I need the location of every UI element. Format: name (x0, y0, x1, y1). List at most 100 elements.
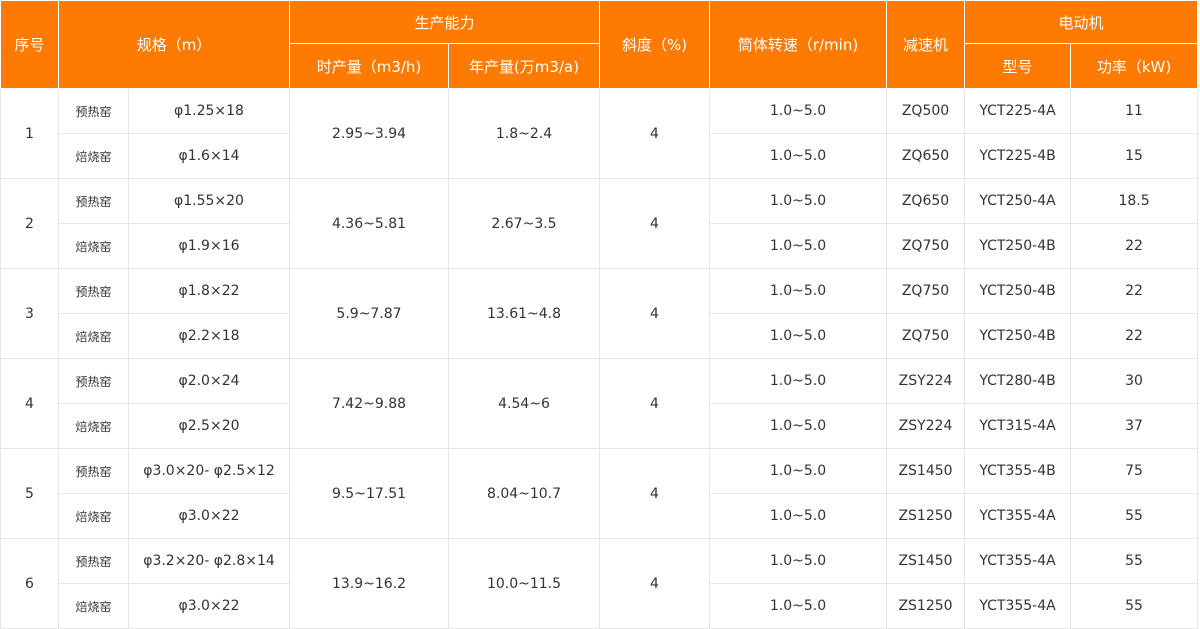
cell-kiln-type: 焙烧窑 (58, 403, 129, 449)
cell-size: φ3.0×22 (128, 493, 290, 539)
cell-reducer: ZS1250 (886, 583, 966, 629)
cell-hourly: 7.42~9.88 (289, 358, 449, 449)
cell-speed: 1.0~5.0 (709, 403, 888, 449)
cell-no: 5 (0, 448, 59, 539)
cell-motor-model: YCT250-4B (964, 223, 1072, 269)
cell-speed: 1.0~5.0 (709, 448, 888, 494)
header-reducer: 减速机 (886, 0, 966, 89)
cell-motor-power: 18.5 (1070, 178, 1199, 224)
cell-speed: 1.0~5.0 (709, 583, 888, 629)
cell-motor-power: 15 (1070, 133, 1199, 179)
cell-motor-power: 22 (1070, 223, 1199, 269)
cell-no: 6 (0, 538, 59, 629)
cell-speed: 1.0~5.0 (709, 268, 888, 314)
table-row: 3 预热窑 φ1.8×22 5.9~7.87 13.61~4.8 4 1.0~5… (0, 268, 1199, 359)
cell-reducer: ZQ750 (886, 223, 966, 269)
cell-motor-power: 55 (1070, 583, 1199, 629)
cell-speed: 1.0~5.0 (709, 133, 888, 179)
header-no: 序号 (0, 0, 59, 89)
cell-annual: 8.04~10.7 (447, 448, 601, 539)
header-hourly: 时产量（m3/h) (289, 43, 449, 89)
cell-kiln-type: 预热窑 (58, 358, 129, 404)
cell-speed: 1.0~5.0 (709, 358, 888, 404)
cell-motor-power: 55 (1070, 493, 1199, 539)
cell-annual: 2.67~3.5 (447, 178, 601, 269)
cell-size: φ2.5×20 (128, 403, 290, 449)
cell-slope: 4 (599, 448, 711, 539)
cell-kiln-type: 预热窑 (58, 268, 129, 314)
cell-reducer: ZQ650 (886, 133, 966, 179)
cell-size: φ1.9×16 (128, 223, 290, 269)
cell-kiln-type: 预热窑 (58, 178, 129, 224)
header-motor: 电动机 (964, 0, 1199, 44)
header-annual: 年产量(万m3/a) (447, 43, 601, 89)
table-row: 2 预热窑 φ1.55×20 4.36~5.81 2.67~3.5 4 1.0~… (0, 178, 1199, 269)
cell-motor-model: YCT355-4B (964, 448, 1072, 494)
header-slope: 斜度（%) (599, 0, 711, 89)
cell-slope: 4 (599, 178, 711, 269)
cell-motor-power: 22 (1070, 313, 1199, 359)
cell-motor-model: YCT355-4A (964, 493, 1072, 539)
cell-kiln-type: 焙烧窑 (58, 313, 129, 359)
cell-no: 3 (0, 268, 59, 359)
cell-annual: 10.0~11.5 (447, 538, 601, 629)
cell-slope: 4 (599, 268, 711, 359)
cell-size: φ2.2×18 (128, 313, 290, 359)
cell-reducer: ZS1250 (886, 493, 966, 539)
cell-size: φ3.0×22 (128, 583, 290, 629)
cell-reducer: ZSY224 (886, 403, 966, 449)
cell-kiln-type: 焙烧窑 (58, 493, 129, 539)
cell-motor-model: YCT250-4B (964, 268, 1072, 314)
cell-motor-model: YCT250-4A (964, 178, 1072, 224)
cell-motor-power: 11 (1070, 88, 1199, 134)
cell-motor-power: 30 (1070, 358, 1199, 404)
cell-motor-model: YCT355-4A (964, 538, 1072, 584)
cell-no: 4 (0, 358, 59, 449)
cell-speed: 1.0~5.0 (709, 223, 888, 269)
cell-speed: 1.0~5.0 (709, 538, 888, 584)
cell-annual: 13.61~4.8 (447, 268, 601, 359)
cell-kiln-type: 预热窑 (58, 88, 129, 134)
cell-reducer: ZQ750 (886, 313, 966, 359)
table-row: 5 预热窑 φ3.0×20- φ2.5×12 9.5~17.51 8.04~10… (0, 448, 1199, 539)
header-spec: 规格（m） (58, 0, 290, 89)
cell-slope: 4 (599, 88, 711, 179)
cell-hourly: 13.9~16.2 (289, 538, 449, 629)
cell-kiln-type: 焙烧窑 (58, 223, 129, 269)
cell-speed: 1.0~5.0 (709, 493, 888, 539)
cell-motor-model: YCT225-4A (964, 88, 1072, 134)
cell-no: 2 (0, 178, 59, 269)
cell-reducer: ZS1450 (886, 448, 966, 494)
cell-motor-model: YCT225-4B (964, 133, 1072, 179)
cell-motor-power: 37 (1070, 403, 1199, 449)
cell-size: φ2.0×24 (128, 358, 290, 404)
cell-motor-model: YCT280-4B (964, 358, 1072, 404)
header-power: 功率（kW) (1070, 43, 1199, 89)
cell-slope: 4 (599, 358, 711, 449)
cell-no: 1 (0, 88, 59, 179)
cell-motor-model: YCT250-4B (964, 313, 1072, 359)
cell-size: φ3.0×20- φ2.5×12 (128, 448, 290, 494)
cell-reducer: ZSY224 (886, 358, 966, 404)
cell-motor-model: YCT355-4A (964, 583, 1072, 629)
header-capacity: 生产能力 (288, 0, 601, 44)
cell-hourly: 5.9~7.87 (289, 268, 449, 359)
cell-hourly: 9.5~17.51 (289, 448, 449, 539)
cell-reducer: ZQ500 (886, 88, 966, 134)
cell-speed: 1.0~5.0 (709, 178, 888, 224)
table-row: 1 预热窑 φ1.25×18 2.95~3.94 1.8~2.4 4 1.0~5… (0, 88, 1199, 179)
cell-kiln-type: 焙烧窑 (58, 583, 129, 629)
cell-reducer: ZS1450 (886, 538, 966, 584)
cell-speed: 1.0~5.0 (709, 88, 888, 134)
table-row: 6 预热窑 φ3.2×20- φ2.8×14 13.9~16.2 10.0~11… (0, 538, 1199, 629)
cell-speed: 1.0~5.0 (709, 313, 888, 359)
cell-motor-power: 55 (1070, 538, 1199, 584)
cell-size: φ1.25×18 (128, 88, 290, 134)
cell-reducer: ZQ650 (886, 178, 966, 224)
cell-size: φ3.2×20- φ2.8×14 (128, 538, 290, 584)
cell-size: φ1.8×22 (128, 268, 290, 314)
cell-annual: 1.8~2.4 (447, 88, 601, 179)
cell-motor-power: 75 (1070, 448, 1199, 494)
cell-hourly: 4.36~5.81 (289, 178, 449, 269)
cell-kiln-type: 焙烧窑 (58, 133, 129, 179)
